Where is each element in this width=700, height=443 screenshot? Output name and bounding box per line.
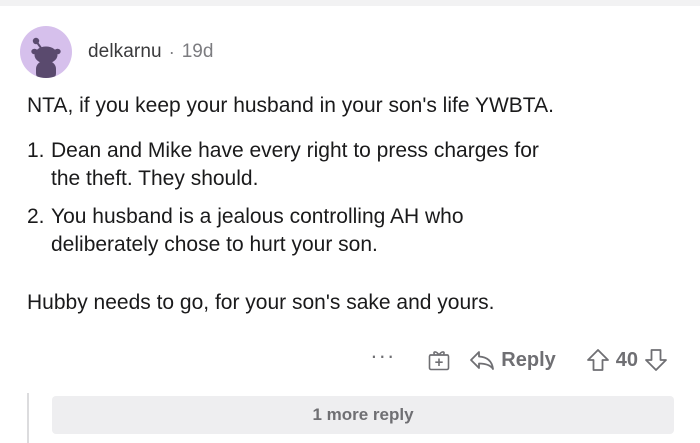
gift-plus-icon[interactable]	[427, 348, 451, 372]
comment-header: delkarnu · 19d	[20, 26, 213, 78]
list-text-line: Dean and Mike have every right to press …	[51, 139, 539, 162]
list-text-line: You husband is a jealous controlling AH …	[51, 205, 464, 228]
list-item: 1. Dean and Mike have every right to pre…	[27, 137, 677, 193]
comment-card: delkarnu · 19d NTA, if you keep your hus…	[0, 0, 700, 443]
upvote-arrow-icon[interactable]	[586, 348, 610, 372]
meta-separator: ·	[168, 41, 175, 62]
list-number: 1.	[27, 139, 45, 162]
snoo-avatar-icon	[31, 37, 61, 78]
comment-actions: ··· Reply 40	[370, 344, 668, 376]
list-number: 2.	[27, 205, 45, 228]
vote-controls: 40	[586, 348, 668, 372]
list-item: 2. You husband is a jealous controlling …	[27, 203, 677, 259]
comment-closing: Hubby needs to go, for your son's sake a…	[27, 291, 495, 314]
list-text-line: deliberately chose to hurt your son.	[51, 233, 378, 256]
more-replies-button[interactable]: 1 more reply	[52, 396, 674, 434]
downvote-arrow-icon[interactable]	[644, 348, 668, 372]
top-separator	[0, 0, 700, 6]
author-username[interactable]: delkarnu	[88, 41, 162, 63]
reply-label: Reply	[501, 348, 556, 371]
comment-age: 19d	[181, 41, 214, 62]
vote-score: 40	[615, 348, 638, 371]
reply-button[interactable]: Reply	[469, 348, 556, 372]
avatar[interactable]	[20, 26, 72, 78]
reply-arrow-icon	[470, 351, 495, 370]
list-text-line: the theft. They should.	[51, 167, 259, 190]
more-options-button[interactable]: ···	[370, 345, 395, 367]
comment-list: 1. Dean and Mike have every right to pre…	[27, 137, 677, 259]
thread-line[interactable]	[27, 393, 29, 443]
comment-body: NTA, if you keep your husband in your so…	[27, 92, 677, 317]
comment-intro: NTA, if you keep your husband in your so…	[27, 94, 554, 117]
